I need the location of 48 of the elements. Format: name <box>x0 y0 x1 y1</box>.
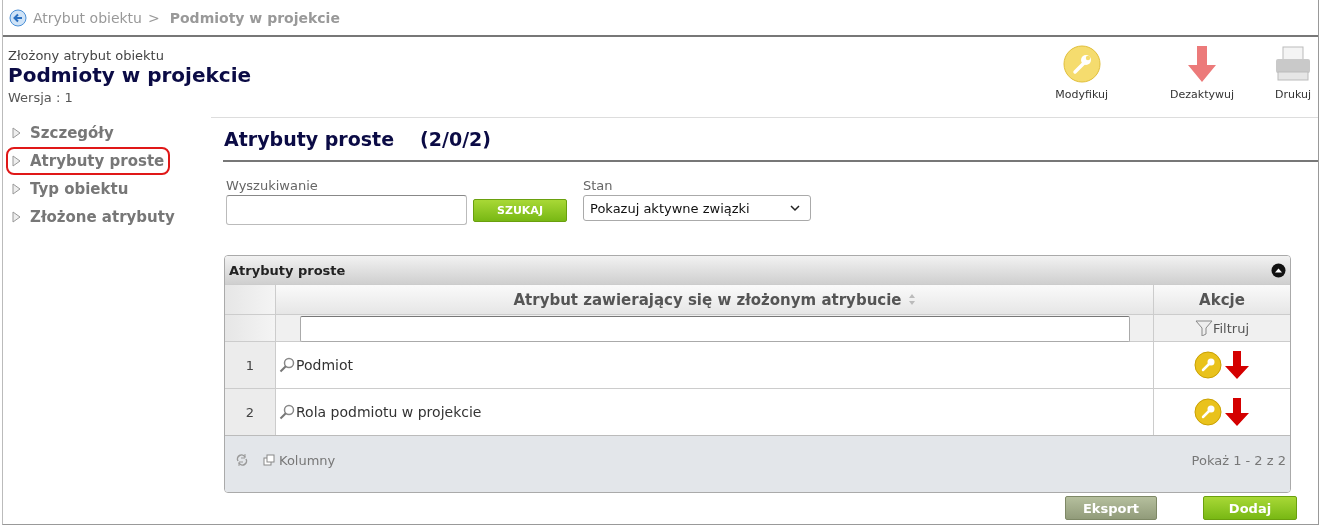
search-icon[interactable] <box>279 357 295 373</box>
triangle-icon <box>12 155 21 167</box>
row-number: 1 <box>225 342 276 388</box>
toolbar-button[interactable]: Drukuj <box>1274 45 1312 101</box>
triangle-icon <box>12 211 21 223</box>
wrench-icon <box>1061 45 1102 83</box>
collapse-icon[interactable] <box>1271 262 1286 278</box>
column-header: Akcje <box>1198 289 1246 311</box>
search-field[interactable] <box>226 195 467 225</box>
columns-icon <box>263 454 275 466</box>
triangle-icon <box>12 127 21 139</box>
down-arrow-icon[interactable] <box>1224 397 1250 427</box>
wrench-icon[interactable] <box>1194 351 1222 379</box>
wrench-icon[interactable] <box>1194 398 1222 426</box>
state-dropdown[interactable]: Pokazuj aktywne związki <box>583 195 811 221</box>
section-count: (2/0/2) <box>420 128 491 150</box>
table-cell: Podmiot <box>296 357 353 373</box>
sidebar-item[interactable]: Typ obiektu <box>6 175 135 203</box>
search-icon[interactable] <box>279 404 295 420</box>
filter-field[interactable] <box>299 316 1130 342</box>
down-arrow-icon[interactable] <box>1224 350 1250 380</box>
export-button[interactable]: Eksport <box>1065 496 1157 520</box>
columns-button[interactable]: Kolumny <box>263 452 336 468</box>
paging-info: Pokaż 1 - 2 z 2 <box>1191 452 1286 468</box>
sidebar-item[interactable]: Złożone atrybuty <box>6 203 181 231</box>
toolbar-button[interactable]: Dezaktywuj <box>1170 45 1234 101</box>
grid-caption: Atrybuty proste <box>229 262 346 278</box>
breadcrumb-separator: > <box>148 9 160 26</box>
sidebar-item[interactable]: Szczegóły <box>6 119 120 147</box>
printer-icon <box>1274 45 1312 83</box>
sidebar-item[interactable]: Atrybuty proste <box>6 147 171 175</box>
row-number: 2 <box>225 389 276 435</box>
chevron-down-icon[interactable] <box>790 204 800 212</box>
state-label: Stan <box>583 178 614 193</box>
version-label: Wersja : 1 <box>8 90 74 105</box>
filter-button[interactable]: Filtruj <box>1194 320 1250 336</box>
toolbar-button[interactable]: Modyfikuj <box>1055 45 1108 101</box>
down-arrow-icon <box>1186 45 1218 83</box>
section-title: Atrybuty proste <box>224 128 395 150</box>
refresh-icon[interactable] <box>235 453 249 467</box>
table-cell: Rola podmiotu w projekcie <box>296 404 482 420</box>
breadcrumb-current: Podmioty w projekcie <box>169 9 340 26</box>
triangle-icon <box>12 183 21 195</box>
breadcrumb-link[interactable]: Atrybut obiektu <box>33 9 142 26</box>
page-title: Podmioty w projekcie <box>8 63 252 87</box>
page-subtitle: Złożony atrybut obiektu <box>8 48 165 63</box>
search-label: Wyszukiwanie <box>226 178 319 193</box>
filter-icon <box>1194 320 1213 336</box>
